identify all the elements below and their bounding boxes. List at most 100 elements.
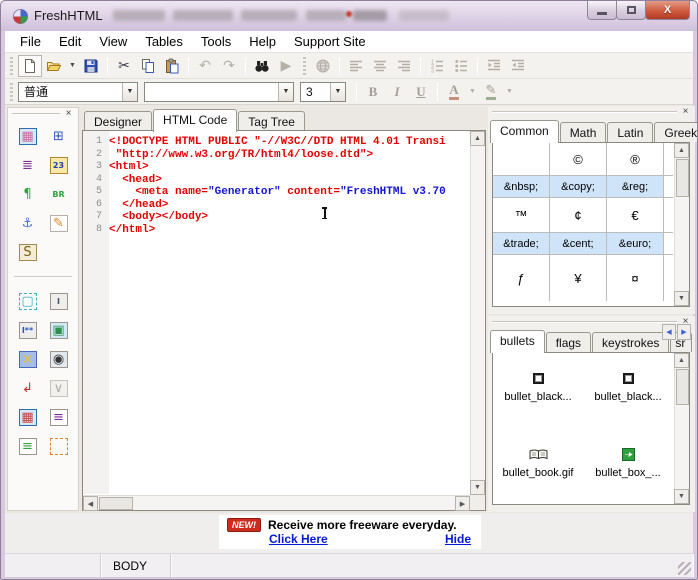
highlight-color-dropdown[interactable]: ▼ bbox=[503, 81, 516, 103]
palette-close-icon[interactable]: × bbox=[62, 107, 75, 120]
tab-greek[interactable]: Greek bbox=[654, 122, 698, 142]
palette-header[interactable]: × bbox=[8, 108, 78, 120]
symbol-cell[interactable]: ™ bbox=[493, 198, 550, 232]
minimize-button[interactable] bbox=[587, 1, 617, 20]
insert-fieldset-icon[interactable] bbox=[48, 436, 70, 457]
gallery-scrollbar[interactable]: ▲ ▼ bbox=[674, 353, 689, 504]
entity-code-cell[interactable]: &reg; bbox=[607, 176, 664, 197]
tab-scroll-left-icon[interactable]: ◀ bbox=[662, 324, 676, 340]
toolbar-grip[interactable] bbox=[8, 57, 15, 75]
paragraph-style-select[interactable]: 普通 ▼ bbox=[18, 82, 138, 102]
insert-button-icon[interactable]: × bbox=[17, 349, 39, 370]
scroll-down-icon[interactable]: ▼ bbox=[674, 489, 689, 504]
insert-line-break-icon[interactable]: BR bbox=[48, 184, 70, 205]
editor-horizontal-scrollbar[interactable]: ◀ ▶ bbox=[83, 495, 470, 510]
insert-file-field-icon[interactable]: ▣ bbox=[48, 320, 70, 341]
editor-vertical-scrollbar[interactable]: ▲ ▼ bbox=[470, 131, 485, 495]
click-here-link[interactable]: Click Here bbox=[269, 532, 328, 546]
bold-button[interactable]: B bbox=[361, 81, 385, 103]
tab-html-code[interactable]: HTML Code bbox=[153, 109, 237, 132]
insert-list-box-icon[interactable]: ≡ bbox=[17, 436, 39, 457]
insert-paragraph-icon[interactable]: ¶ bbox=[17, 184, 39, 205]
insert-anchor-icon[interactable]: ⚓ bbox=[17, 213, 39, 234]
scroll-up-icon[interactable]: ▲ bbox=[470, 131, 485, 146]
font-color-dropdown[interactable]: ▼ bbox=[466, 81, 479, 103]
code-line[interactable]: 5 <meta name="Generator" content="FreshH… bbox=[83, 186, 469, 199]
scroll-up-icon[interactable]: ▲ bbox=[674, 143, 689, 158]
drag-handle[interactable] bbox=[492, 111, 677, 113]
insert-password-field-icon[interactable]: I** bbox=[17, 320, 39, 341]
find-button[interactable] bbox=[250, 55, 274, 77]
insert-dropdown-list-icon[interactable]: ≡ bbox=[48, 407, 70, 428]
symbol-cell[interactable]: ® bbox=[607, 143, 664, 175]
insert-image-icon[interactable]: ▦ bbox=[17, 126, 39, 147]
symbol-cell[interactable]: € bbox=[607, 198, 664, 232]
characters-scrollbar[interactable]: ▲ ▼ bbox=[674, 143, 689, 306]
panel-header[interactable]: × bbox=[488, 106, 695, 118]
tab-bullets[interactable]: bullets bbox=[490, 330, 545, 353]
symbol-cell[interactable]: ¢ bbox=[550, 198, 607, 232]
code-line[interactable]: 7 <body></body> bbox=[83, 211, 469, 224]
resize-grip[interactable] bbox=[678, 562, 691, 575]
insert-table-icon[interactable]: ⊞ bbox=[48, 126, 70, 147]
code-line[interactable]: 1<!DOCTYPE HTML PUBLIC "-//W3C//DTD HTML… bbox=[83, 136, 469, 149]
font-family-select[interactable]: ▼ bbox=[144, 82, 294, 102]
characters-panel-close-icon[interactable]: × bbox=[679, 105, 692, 118]
preview-button[interactable]: ▶ bbox=[274, 55, 298, 77]
font-size-select[interactable]: 3 ▼ bbox=[300, 82, 346, 102]
font-color-button[interactable]: A bbox=[442, 81, 466, 103]
undo-button[interactable]: ↶ bbox=[193, 55, 217, 77]
insert-radio-button-icon[interactable]: ◉ bbox=[48, 349, 70, 370]
cut-button[interactable]: ✂ bbox=[112, 55, 136, 77]
increase-indent-button[interactable] bbox=[482, 55, 506, 77]
menu-item-file[interactable]: File bbox=[11, 32, 50, 51]
scrollbar-thumb[interactable] bbox=[676, 159, 689, 197]
decrease-indent-button[interactable] bbox=[506, 55, 530, 77]
scroll-up-icon[interactable]: ▲ bbox=[674, 353, 689, 368]
hyperlink-button[interactable] bbox=[311, 55, 335, 77]
scroll-right-icon[interactable]: ▶ bbox=[455, 496, 470, 511]
insert-form-icon[interactable]: ✎ bbox=[48, 213, 70, 234]
close-button[interactable]: X bbox=[645, 1, 690, 20]
gallery-item[interactable]: bullet_black... bbox=[583, 353, 673, 429]
menu-item-edit[interactable]: Edit bbox=[50, 32, 90, 51]
numbered-list-button[interactable]: 123 bbox=[425, 55, 449, 77]
code-line[interactable]: 6 </head> bbox=[83, 199, 469, 212]
scroll-down-icon[interactable]: ▼ bbox=[470, 480, 485, 495]
tab-designer[interactable]: Designer bbox=[84, 111, 152, 131]
code-line[interactable]: 8</html> bbox=[83, 224, 469, 237]
toolbar-grip[interactable] bbox=[301, 57, 308, 75]
title-bar[interactable]: FreshHTML X bbox=[1, 1, 697, 31]
entity-code-cell[interactable]: &copy; bbox=[550, 176, 607, 197]
menu-item-help[interactable]: Help bbox=[240, 32, 285, 51]
highlight-color-button[interactable]: ✎ bbox=[479, 81, 503, 103]
insert-horizontal-rule-icon[interactable]: ≣ bbox=[17, 155, 39, 176]
menu-item-tables[interactable]: Tables bbox=[136, 32, 192, 51]
new-button[interactable] bbox=[18, 55, 42, 77]
hide-link[interactable]: Hide bbox=[445, 532, 471, 546]
symbol-cell[interactable]: ¥ bbox=[550, 255, 607, 301]
scroll-left-icon[interactable]: ◀ bbox=[83, 496, 98, 511]
underline-button[interactable]: U bbox=[409, 81, 433, 103]
insert-text-field-icon[interactable]: I bbox=[48, 291, 70, 312]
save-button[interactable] bbox=[79, 55, 103, 77]
code-line[interactable]: 3<html> bbox=[83, 161, 469, 174]
code-lines[interactable]: 1<!DOCTYPE HTML PUBLIC "-//W3C//DTD HTML… bbox=[83, 136, 469, 236]
symbol-cell[interactable]: © bbox=[550, 143, 607, 175]
symbol-cell[interactable]: ƒ bbox=[493, 255, 550, 301]
drag-handle[interactable] bbox=[492, 321, 677, 323]
gallery-item[interactable]: bullet_book.gif bbox=[493, 429, 583, 504]
menu-item-tools[interactable]: Tools bbox=[192, 32, 240, 51]
tab-latin[interactable]: Latin bbox=[607, 122, 653, 142]
menu-item-view[interactable]: View bbox=[90, 32, 136, 51]
scroll-down-icon[interactable]: ▼ bbox=[674, 291, 689, 306]
entity-code-cell[interactable]: &cent; bbox=[550, 233, 607, 254]
toolbar-grip[interactable] bbox=[8, 83, 15, 101]
italic-button[interactable]: I bbox=[385, 81, 409, 103]
bullet-list-button[interactable] bbox=[449, 55, 473, 77]
maximize-button[interactable] bbox=[616, 1, 646, 20]
tab-common[interactable]: Common bbox=[490, 120, 559, 143]
copy-button[interactable] bbox=[136, 55, 160, 77]
symbol-cell[interactable]: ¤ bbox=[607, 255, 664, 301]
tab-flags[interactable]: flags bbox=[546, 332, 591, 352]
